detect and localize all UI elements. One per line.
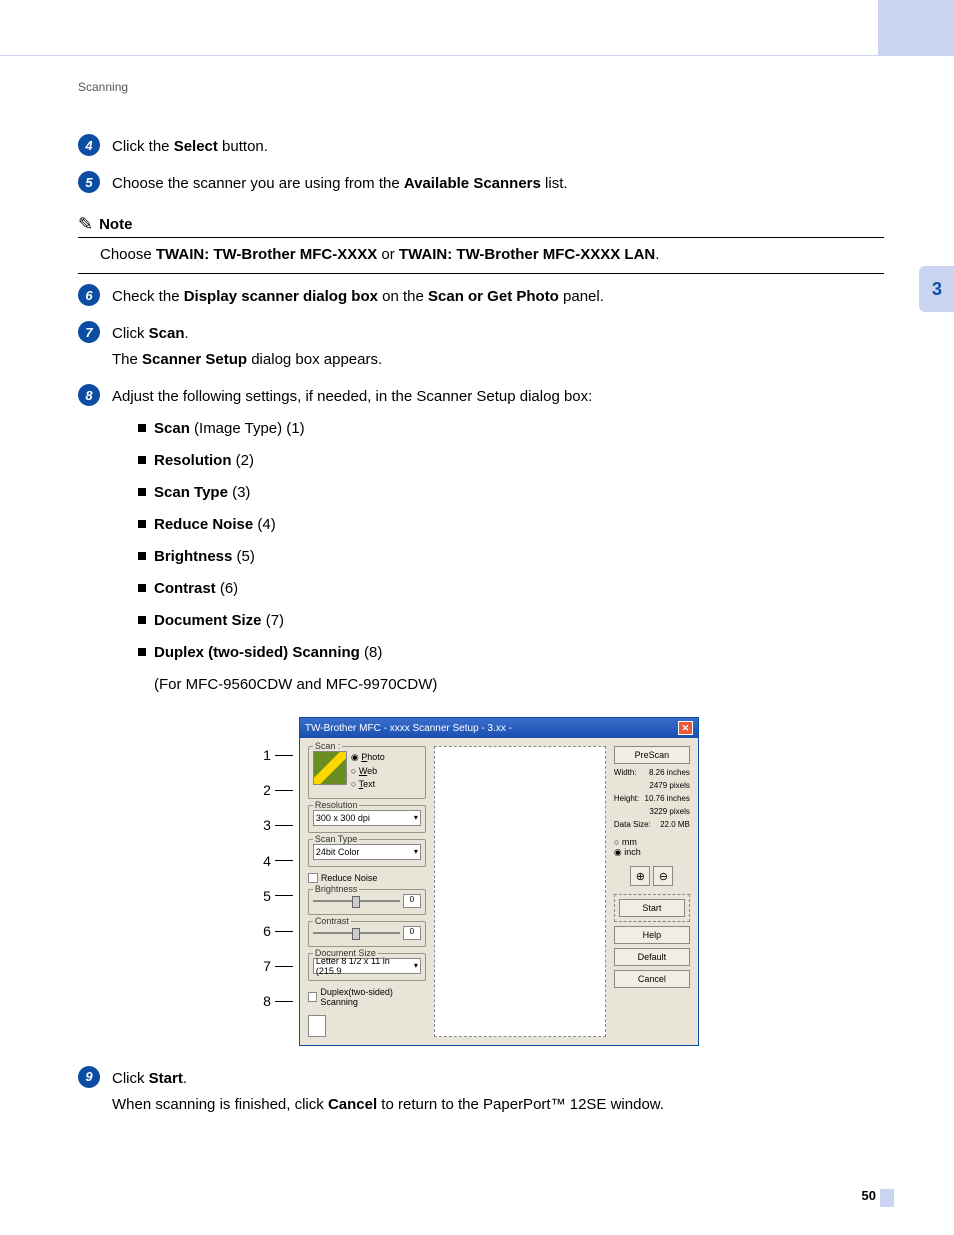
step-6: 6 Check the Display scanner dialog box o… <box>78 284 884 311</box>
settings-list: Scan (Image Type) (1) Resolution (2) Sca… <box>138 417 592 697</box>
default-button[interactable]: Default <box>614 948 690 966</box>
note-text: Choose TWAIN: TW-Brother MFC-XXXX or TWA… <box>78 244 884 274</box>
breadcrumb: Scanning <box>78 80 884 94</box>
step-4: 4 Click the Select button. <box>78 134 884 161</box>
dialog-titlebar[interactable]: TW-Brother MFC - xxxx Scanner Setup - 3.… <box>300 718 698 738</box>
step-number: 8 <box>78 384 100 406</box>
brightness-slider[interactable] <box>313 900 400 902</box>
docsize-group: Document Size Letter 8 1/2 x 11 in (215.… <box>308 953 426 981</box>
radio-mm[interactable]: ○ mm <box>614 837 690 847</box>
zoom-in-icon[interactable]: ⊕ <box>630 866 650 886</box>
step-number: 4 <box>78 134 100 156</box>
step-7: 7 Click Scan. The Scanner Setup dialog b… <box>78 321 884 374</box>
note-icon: ✎ <box>78 214 93 235</box>
radio-web[interactable]: ○ Web <box>351 765 385 779</box>
callout-numbers: 1 2 3 4 5 6 7 8 <box>263 717 293 1046</box>
radio-inch[interactable]: ◉ inch <box>614 847 690 858</box>
resolution-select[interactable]: 300 x 300 dpi <box>313 810 421 826</box>
step-number: 6 <box>78 284 100 306</box>
note-label: Note <box>99 216 132 233</box>
close-icon[interactable]: ✕ <box>678 721 693 735</box>
step-number: 9 <box>78 1066 100 1088</box>
help-button[interactable]: Help <box>614 926 690 944</box>
page-content: 3 Scanning 4 Click the Select button. 5 … <box>0 56 954 1155</box>
scantype-group: Scan Type 24bit Color <box>308 839 426 867</box>
contrast-slider[interactable] <box>313 932 400 934</box>
scantype-select[interactable]: 24bit Color <box>313 844 421 860</box>
dialog-title: TW-Brother MFC - xxxx Scanner Setup - 3.… <box>305 723 512 734</box>
step-5: 5 Choose the scanner you are using from … <box>78 171 884 198</box>
duplex-check[interactable]: Duplex(two-sided) Scanning <box>308 987 426 1007</box>
docsize-select[interactable]: Letter 8 1/2 x 11 in (215.9 <box>313 958 421 974</box>
radio-photo[interactable]: ◉ PPhotohoto <box>351 751 385 765</box>
step-9: 9 Click Start. When scanning is finished… <box>78 1066 884 1119</box>
brightness-group: Brightness 0 <box>308 889 426 915</box>
reduce-noise-check[interactable]: Reduce Noise <box>308 873 426 883</box>
prescan-button[interactable]: PreScan <box>614 746 690 764</box>
preview-thumb <box>313 751 347 785</box>
page-number: 50 <box>862 1188 876 1203</box>
step-number: 5 <box>78 171 100 193</box>
scanner-setup-dialog: TW-Brother MFC - xxxx Scanner Setup - 3.… <box>299 717 699 1046</box>
note-block: ✎ Note Choose TWAIN: TW-Brother MFC-XXXX… <box>78 214 884 274</box>
scan-group: Scan : ◉ PPhotohoto ○ Web ○ Text <box>308 746 426 799</box>
radio-text[interactable]: ○ Text <box>351 778 385 792</box>
preview-area[interactable] <box>434 746 606 1037</box>
dialog-figure: 1 2 3 4 5 6 7 8 TW-Brother MFC - xxxx Sc… <box>78 717 884 1046</box>
contrast-group: Contrast 0 <box>308 921 426 947</box>
start-button[interactable]: Start <box>619 899 685 917</box>
cancel-button[interactable]: Cancel <box>614 970 690 988</box>
resolution-group: Resolution 300 x 300 dpi <box>308 805 426 833</box>
step-8: 8 Adjust the following settings, if need… <box>78 384 884 705</box>
zoom-out-icon[interactable]: ⊖ <box>653 866 673 886</box>
step-number: 7 <box>78 321 100 343</box>
chapter-tab: 3 <box>919 266 954 312</box>
page-icon <box>308 1015 326 1037</box>
